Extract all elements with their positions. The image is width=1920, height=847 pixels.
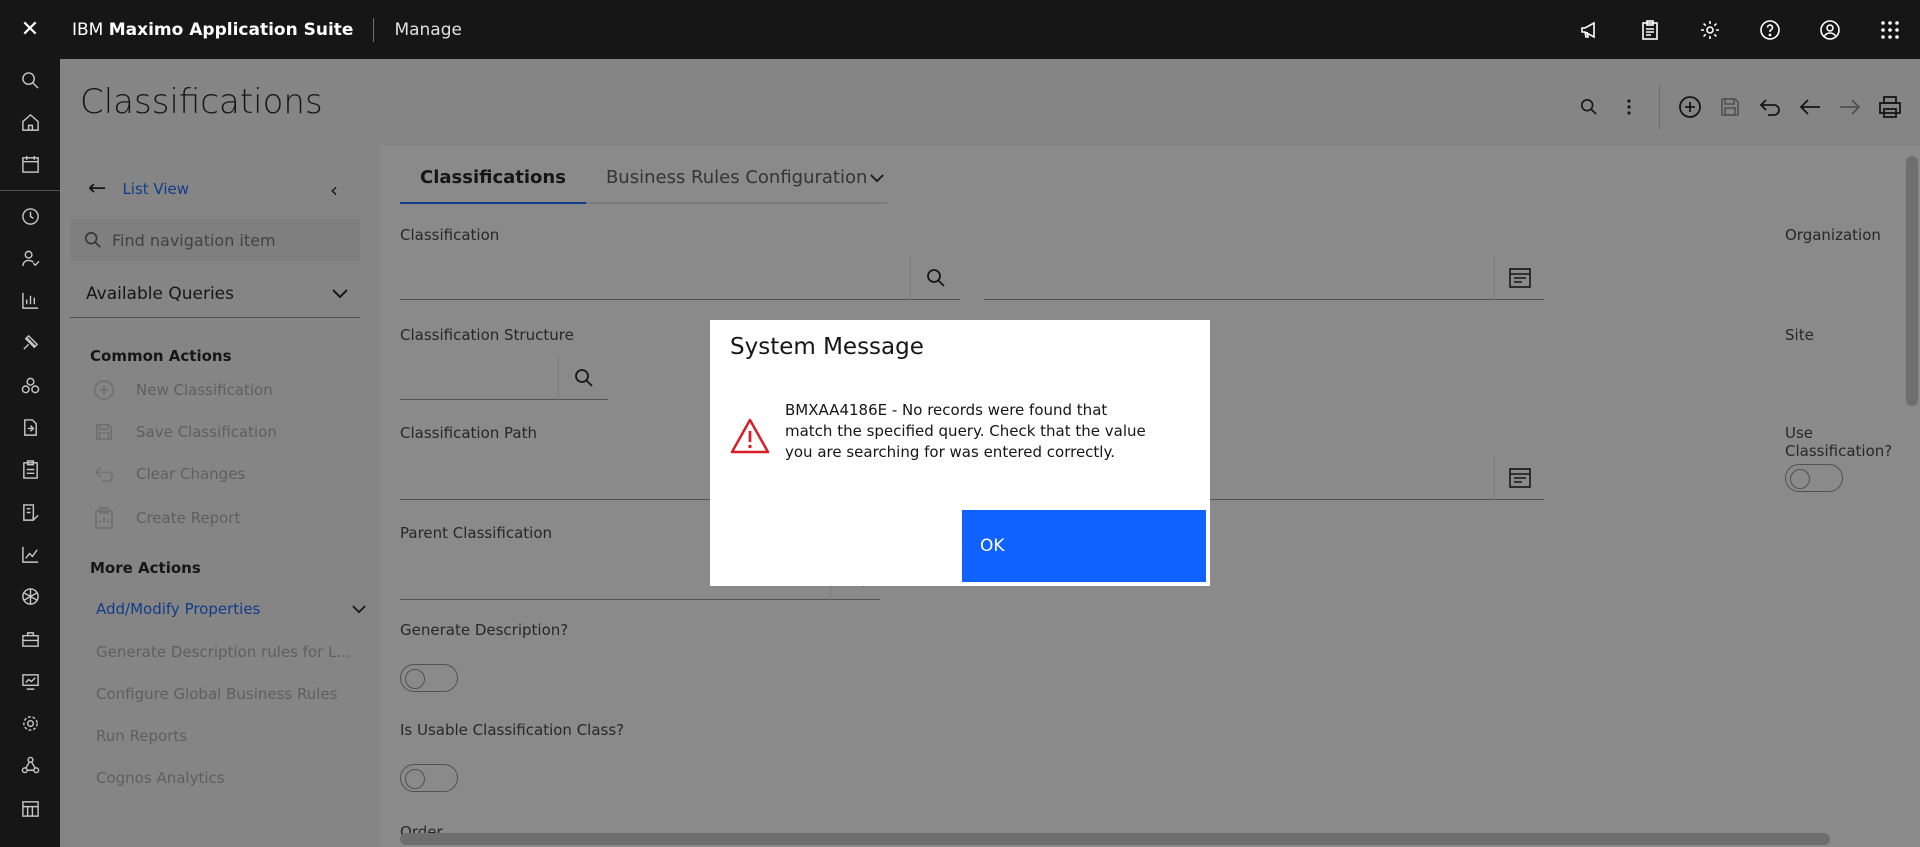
system-message-dialog: System Message BMXAA4186E - No records w… bbox=[710, 320, 1210, 586]
brand: IBM Maximo Application Suite bbox=[72, 20, 353, 40]
home-icon[interactable] bbox=[0, 101, 60, 143]
gear-icon[interactable] bbox=[0, 702, 60, 744]
brand-name: Maximo Application Suite bbox=[108, 19, 354, 40]
monitor-icon[interactable] bbox=[0, 660, 60, 702]
app-name: Manage bbox=[394, 19, 462, 40]
brand-divider bbox=[373, 17, 375, 42]
user-check-icon[interactable] bbox=[0, 237, 60, 279]
brand-prefix: IBM bbox=[72, 19, 104, 40]
rail-divider bbox=[0, 189, 60, 191]
ok-button[interactable]: OK bbox=[960, 508, 1208, 584]
calendar-icon[interactable] bbox=[0, 144, 60, 186]
flow-icon[interactable] bbox=[0, 745, 60, 787]
left-rail bbox=[0, 59, 60, 847]
toolbox-icon[interactable] bbox=[0, 618, 60, 660]
satellite-icon[interactable] bbox=[0, 322, 60, 364]
app-switcher-icon[interactable] bbox=[1860, 0, 1920, 59]
clipboard-list-icon[interactable] bbox=[0, 449, 60, 491]
assets-icon[interactable] bbox=[0, 364, 60, 406]
report-check-icon[interactable] bbox=[0, 491, 60, 533]
user-profile-icon[interactable] bbox=[1800, 0, 1860, 59]
schedule-icon[interactable] bbox=[0, 787, 60, 829]
help-icon[interactable] bbox=[1740, 0, 1800, 59]
warning-icon bbox=[730, 418, 770, 458]
close-icon[interactable]: ✕ bbox=[0, 0, 60, 59]
search-icon[interactable] bbox=[0, 59, 60, 101]
dialog-title: System Message bbox=[730, 334, 924, 360]
document-transfer-icon[interactable] bbox=[0, 406, 60, 448]
top-bar: ✕ IBM Maximo Application Suite Manage bbox=[0, 0, 1920, 59]
history-icon[interactable] bbox=[0, 195, 60, 237]
dialog-message: BMXAA4186E - No records were found that … bbox=[785, 401, 1146, 461]
clipboard-icon[interactable] bbox=[1620, 0, 1680, 59]
line-chart-icon[interactable] bbox=[0, 533, 60, 575]
megaphone-icon[interactable] bbox=[1560, 0, 1620, 59]
topbar-icons bbox=[1560, 0, 1920, 59]
settings-icon[interactable] bbox=[1680, 0, 1740, 59]
network-icon[interactable] bbox=[0, 576, 60, 618]
bar-chart-icon[interactable] bbox=[0, 279, 60, 321]
